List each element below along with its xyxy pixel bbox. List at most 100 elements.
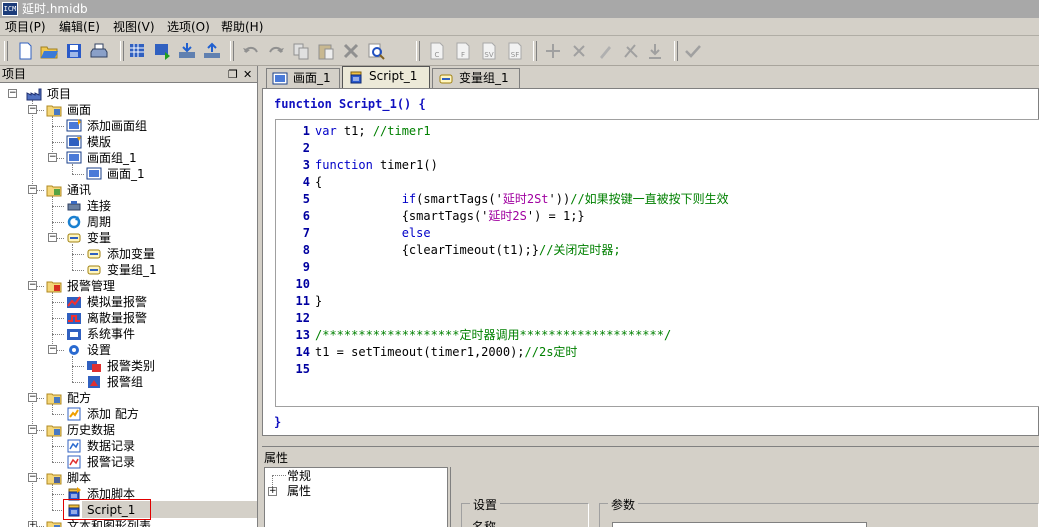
line-number: 7 [302, 226, 310, 240]
tree-item-label: 模版 [87, 135, 112, 149]
tree-item-label: 系统事件 [87, 327, 136, 341]
download-icon[interactable] [176, 40, 198, 62]
title-bar: ICM 延时.hmidb [0, 0, 1039, 18]
check-f-icon[interactable]: F [452, 40, 474, 62]
tab-1[interactable]: 画面_1 [266, 68, 340, 88]
code-line[interactable]: var t1; //timer1 [315, 123, 431, 140]
tree-item-label: 变量组_1 [107, 263, 157, 277]
collapse-icon[interactable]: − [48, 153, 57, 162]
menu-options[interactable]: 选项(O) [164, 19, 213, 35]
data-log-icon [66, 439, 82, 453]
restore-icon[interactable]: ❐ [228, 66, 238, 83]
line-number: 9 [302, 260, 310, 274]
bp-add-icon[interactable] [542, 40, 564, 62]
code-line[interactable]: if(smartTags('延时2St'))//如果按键一直被按下则生效 [315, 191, 729, 208]
collapse-icon[interactable]: − [28, 393, 37, 402]
code-line[interactable]: /*******************定时器调用***************… [315, 327, 671, 344]
code-area[interactable]: 1 2 3 4 5 6 7 8 9 10 11 12 13 14 15 var t1; //timer1 fu… [275, 119, 1039, 407]
code-line[interactable]: function timer1() [315, 157, 438, 174]
redo-icon[interactable] [265, 40, 287, 62]
collapse-icon[interactable]: − [28, 185, 37, 194]
line-number: 11 [295, 294, 310, 308]
print-icon[interactable] [88, 40, 110, 62]
tab-2[interactable]: Script_1 [342, 66, 430, 88]
collapse-icon[interactable]: − [28, 281, 37, 290]
cycle-icon [66, 215, 82, 229]
open-icon[interactable] [38, 40, 60, 62]
code-token: (smartTags(' [416, 192, 503, 206]
close-icon[interactable]: ✕ [243, 66, 252, 83]
code-line[interactable]: {smartTags('延时2S') = 1;} [315, 208, 585, 225]
code-token: /*******************定时器调用***************… [315, 328, 672, 342]
code-token: ') = 1;} [526, 209, 585, 223]
screen-group-icon [66, 151, 82, 165]
toolbar-grip[interactable] [4, 41, 8, 61]
expand-icon[interactable]: + [28, 521, 37, 527]
properties-detail: 设置 名称 参数 [450, 467, 1039, 527]
toolbar-grip[interactable] [416, 41, 420, 61]
check-sv-icon[interactable]: SV [478, 40, 500, 62]
prop-item-general[interactable]: 常规 [287, 468, 311, 484]
tab-3[interactable]: 变量组_1 [432, 68, 520, 88]
code-line[interactable]: { [315, 174, 322, 191]
expand-icon[interactable]: + [268, 487, 277, 496]
copy-icon[interactable] [290, 40, 312, 62]
screen-export-icon[interactable] [151, 40, 173, 62]
menu-view[interactable]: 视图(V) [110, 19, 158, 35]
tree-item-label: 数据记录 [87, 439, 136, 453]
code-line[interactable]: else [315, 225, 431, 242]
check-c-icon[interactable]: C [426, 40, 448, 62]
toolbar-grip[interactable] [120, 41, 124, 61]
new-icon[interactable] [14, 40, 36, 62]
code-token: timer1() [380, 158, 438, 172]
code-token: t1 = setTimeout(timer1,2000); [315, 345, 525, 359]
delete-icon[interactable] [340, 40, 362, 62]
alarm-log-icon [66, 455, 82, 469]
check-sf-icon[interactable]: SF [504, 40, 526, 62]
toolbar-grip[interactable] [230, 41, 234, 61]
tree-item-label: 报警类别 [107, 359, 156, 373]
bp-clear-icon[interactable] [620, 40, 642, 62]
code-line[interactable]: } [315, 293, 322, 310]
variable-group-icon [86, 263, 102, 277]
toolbar-grip[interactable] [533, 41, 537, 61]
checkmark-icon[interactable] [682, 40, 704, 62]
tree-item-label: 添加变量 [107, 247, 156, 261]
collapse-icon[interactable]: − [28, 425, 37, 434]
undo-icon[interactable] [240, 40, 262, 62]
bp-remove-icon[interactable] [568, 40, 590, 62]
code-token: if [401, 192, 417, 206]
menu-edit[interactable]: 编辑(E) [56, 19, 103, 35]
settings-group-label: 设置 [470, 496, 501, 513]
collapse-icon[interactable]: − [28, 105, 37, 114]
system-event-icon [66, 327, 82, 341]
tree-item-label: 设置 [87, 343, 112, 357]
collapse-icon[interactable]: − [8, 89, 17, 98]
tab-label: 画面_1 [293, 71, 331, 85]
tree-item-label: 离散量报警 [87, 311, 148, 325]
panel-splitter[interactable] [262, 436, 1039, 446]
bp-edit-icon[interactable] [594, 40, 616, 62]
prop-item-properties[interactable]: 属性 [287, 483, 311, 499]
code-token: {smartTags(' [315, 209, 489, 223]
toolbar-grip[interactable] [674, 41, 678, 61]
alarm-group-icon [86, 375, 102, 389]
menu-project[interactable]: 项目(P) [2, 19, 49, 35]
code-line[interactable]: t1 = setTimeout(timer1,2000);//2s定时 [315, 344, 577, 361]
parameters-group: 参数 [599, 496, 1039, 527]
collapse-icon[interactable]: − [28, 473, 37, 482]
parameter-input[interactable] [612, 522, 867, 527]
save-icon[interactable] [63, 40, 85, 62]
bp-import-icon[interactable] [644, 40, 666, 62]
paste-icon[interactable] [315, 40, 337, 62]
menu-help[interactable]: 帮助(H) [218, 19, 266, 35]
alarm-class-icon [86, 359, 102, 373]
script-icon [348, 70, 364, 84]
deploy-icon[interactable] [201, 40, 223, 62]
screen-grid-icon[interactable] [126, 40, 148, 62]
find-icon[interactable] [365, 40, 387, 62]
code-line[interactable]: {clearTimeout(t1);}//关闭定时器; [315, 242, 621, 259]
collapse-icon[interactable]: − [48, 345, 57, 354]
collapse-icon[interactable]: − [48, 233, 57, 242]
